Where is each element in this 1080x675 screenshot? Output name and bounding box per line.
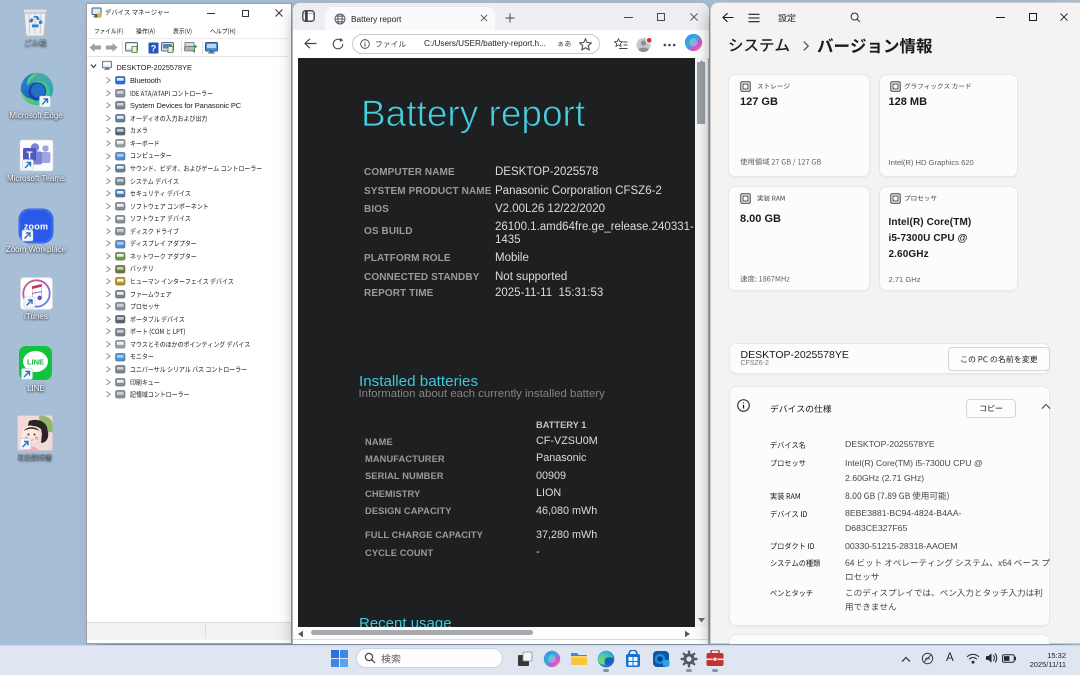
svg-text:LINE: LINE xyxy=(27,358,44,367)
svg-text:?: ? xyxy=(151,43,157,53)
